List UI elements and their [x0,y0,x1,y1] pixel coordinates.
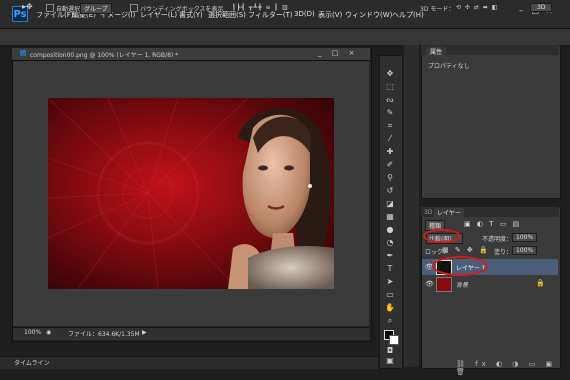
stamp-icon[interactable]: ⚲ [383,172,397,184]
shape-icon[interactable]: ▭ [383,289,397,301]
blur-icon[interactable]: ● [383,224,397,236]
show-bbox-label: バウンディングボックスを表示 [140,6,224,13]
annotation-ellipse-layer [432,256,488,276]
quick-select-icon[interactable]: ✎ [383,107,397,119]
tab-layers[interactable]: レイヤー [434,208,464,217]
zoom-level[interactable]: 100% [24,329,41,336]
workspace-value: 3D [530,3,553,12]
composition-image [48,98,334,289]
menu-filter[interactable]: フィルター(T) [248,10,293,20]
timeline-tab[interactable]: タイムライン [14,358,50,367]
minimize-icon[interactable]: – [515,6,527,16]
lock-icons[interactable]: ▦ ✎ ✥ 🔒 [442,246,490,254]
fill-input[interactable]: 100% [512,246,538,255]
opacity-value: 100% [512,233,538,242]
pen-icon[interactable]: ✒ [383,250,397,262]
type-icon[interactable]: T [383,263,397,275]
move-icon[interactable]: ✥ [383,68,397,80]
document-file-icon [20,50,26,56]
lock-icon: 🔒 [536,279,545,287]
gradient-icon[interactable]: ▦ [383,211,397,223]
opacity-input[interactable]: 100% [512,233,538,242]
eraser-icon[interactable]: ◪ [383,198,397,210]
layer-name[interactable]: 背景 [456,280,468,289]
group-dropdown-value: グループ [80,3,112,14]
path-select-icon[interactable]: ➤ [383,276,397,288]
align-icons[interactable]: ┃┣┫ ┳┻╋ ≡ ║ ▥ [232,4,289,11]
fill-label: 塗り： [494,249,513,256]
layer-filter-icons[interactable]: ▣ ◐ T ▭ ▤ [464,220,521,228]
status-arrow-icon[interactable]: ▶ [142,329,147,336]
fill-value: 100% [512,246,538,255]
move-tool-icon[interactable]: ▸✥ [22,2,33,11]
tab-3d[interactable]: 3D [424,209,432,216]
toolbar-header [380,56,402,64]
brush-icon[interactable]: ✐ [383,159,397,171]
menu-3d[interactable]: 3D(D) [294,10,315,18]
history-brush-icon[interactable]: ↺ [383,185,397,197]
mode-3d-label: 3D モード： [420,6,455,13]
document-window-controls[interactable]: _ □ × [318,49,358,57]
layer-actions-icons[interactable]: ⛓ fx ◐ ◑ ▭ ▣ 🗑 [456,360,570,376]
annotation-ellipse-blend [423,229,461,243]
options-bar [0,29,570,46]
timeline-panel [0,356,378,369]
lasso-icon[interactable]: ᔓ [383,94,397,106]
menu-view[interactable]: 表示(V) [318,10,342,20]
workspace-dropdown[interactable]: 3D [530,3,553,12]
file-info: ファイル：634.6K/1.35M [68,331,140,338]
status-bar [13,327,369,340]
status-menu-icon[interactable]: ◉ [46,329,51,336]
tab-properties[interactable]: 属性 [426,47,447,56]
healing-icon[interactable]: ✚ [383,146,397,158]
hand-icon[interactable]: ✋ [383,302,397,314]
document-title: composition00.png @ 100% (レイヤー 1, RGB/8)… [30,52,179,59]
dodge-icon[interactable]: ◔ [383,237,397,249]
group-dropdown[interactable]: グループ [80,3,112,14]
canvas-image[interactable] [48,98,334,289]
eyedropper-icon[interactable]: ⁄ [383,133,397,145]
menu-window[interactable]: ウィンドウ(W) [345,10,392,20]
marquee-icon[interactable]: ⬚ [383,81,397,93]
crop-icon[interactable]: ⌗ [383,120,397,132]
screen-mode-icon[interactable]: ▣ [383,355,397,367]
properties-empty-label: プロパティなし [428,63,470,70]
opacity-label: 不透明度： [482,236,513,243]
background-color-swatch[interactable] [389,335,399,345]
visibility-eye-icon[interactable]: 👁 [425,280,434,288]
background-thumbnail [436,277,452,292]
menu-help[interactable]: ヘルプ(H) [392,10,424,20]
zoom-icon[interactable]: ⌕ [383,315,397,327]
panel-dock-strip [404,45,419,367]
mode-3d-icons[interactable]: ⟲ ✣ ⇄ ⬌ ◧ [456,4,498,11]
show-bbox-checkbox[interactable]: バウンディングボックスを表示 [130,4,223,13]
